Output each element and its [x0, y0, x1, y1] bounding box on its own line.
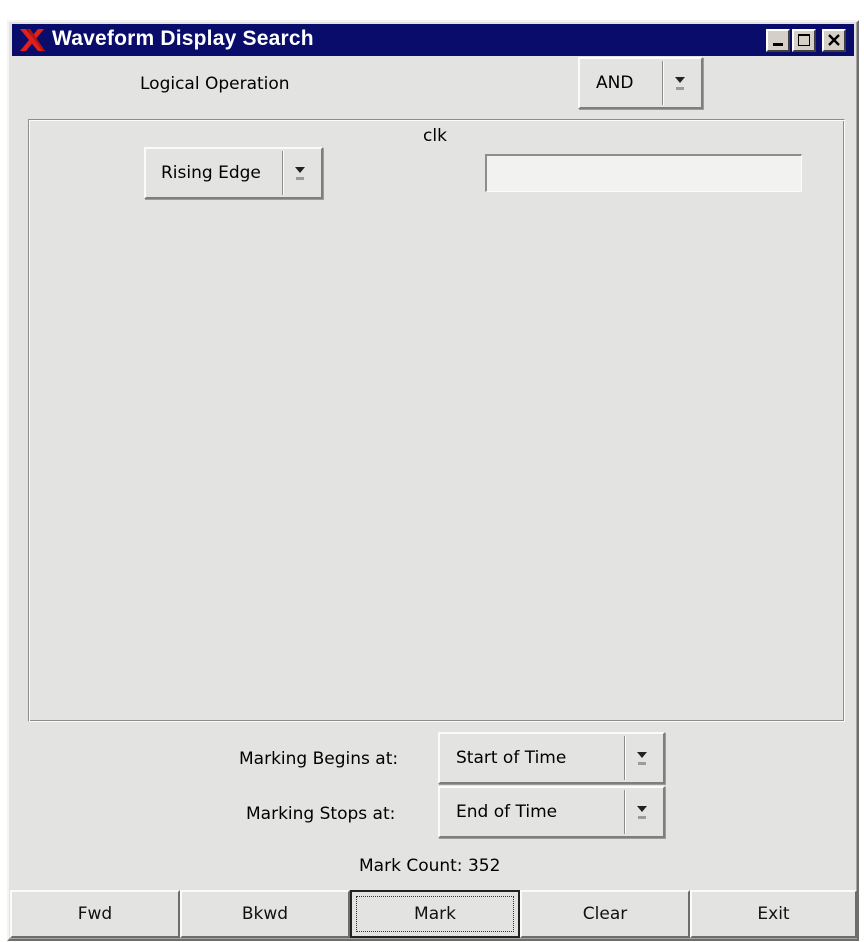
- logical-operation-select[interactable]: AND: [578, 57, 703, 109]
- marking-stops-select[interactable]: End of Time: [438, 786, 665, 838]
- x-logo-icon: [20, 29, 45, 51]
- fwd-button-label: Fwd: [77, 904, 113, 924]
- signal-name-label: clk: [423, 126, 447, 146]
- logical-operation-label: Logical Operation: [140, 74, 290, 94]
- mark-count-label: Mark Count: 352: [359, 856, 501, 876]
- minimize-icon: [773, 43, 783, 46]
- chevron-down-icon: [637, 806, 647, 819]
- exit-button-label: Exit: [757, 904, 790, 924]
- chevron-down-icon: [675, 77, 685, 90]
- title-bar[interactable]: Waveform Display Search: [12, 24, 854, 56]
- edge-condition-select[interactable]: Rising Edge: [144, 147, 323, 199]
- marking-stops-label: Marking Stops at:: [246, 804, 396, 824]
- bkwd-button-label: Bkwd: [241, 904, 289, 924]
- fwd-button[interactable]: Fwd: [10, 890, 180, 938]
- marking-stops-value: End of Time: [456, 802, 558, 822]
- condition-panel: [28, 119, 845, 722]
- search-window: Waveform Display Search Logical Operatio…: [7, 20, 859, 941]
- close-icon: [828, 34, 840, 46]
- chevron-down-icon: [637, 752, 647, 765]
- window-title: Waveform Display Search: [52, 27, 314, 50]
- mark-button[interactable]: Mark: [350, 890, 520, 938]
- signal-value-input[interactable]: [485, 154, 802, 192]
- close-button[interactable]: [822, 29, 846, 52]
- chevron-down-icon: [295, 167, 305, 180]
- logical-operation-value: AND: [596, 73, 634, 93]
- maximize-icon: [798, 34, 810, 46]
- maximize-button[interactable]: [792, 29, 816, 52]
- edge-condition-value: Rising Edge: [161, 163, 261, 183]
- marking-begins-label: Marking Begins at:: [239, 749, 399, 769]
- marking-begins-value: Start of Time: [456, 748, 567, 768]
- clear-button[interactable]: Clear: [520, 890, 690, 938]
- minimize-button[interactable]: [766, 29, 790, 52]
- bkwd-button[interactable]: Bkwd: [180, 890, 350, 938]
- marking-begins-select[interactable]: Start of Time: [438, 732, 665, 784]
- exit-button[interactable]: Exit: [690, 890, 857, 938]
- clear-button-label: Clear: [582, 904, 628, 924]
